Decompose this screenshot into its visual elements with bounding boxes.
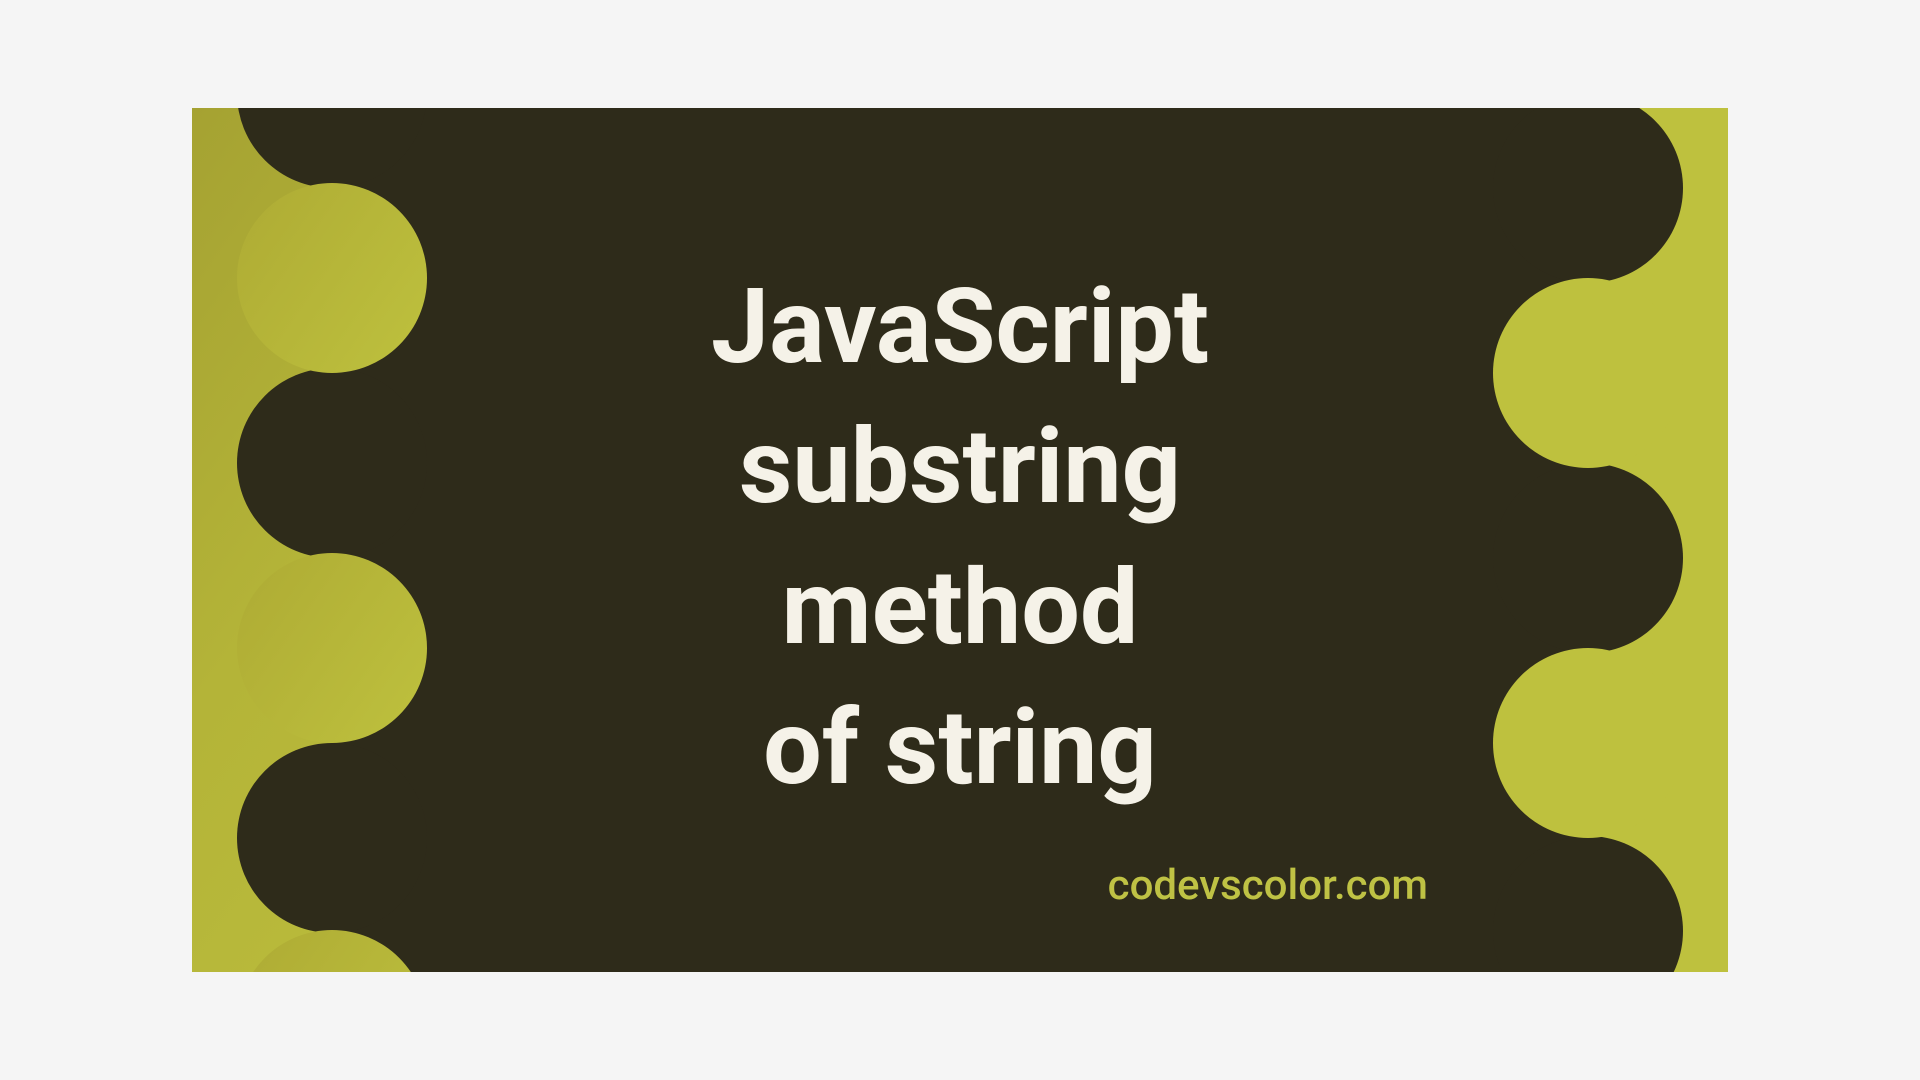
watermark-text: codevscolor.com (1108, 861, 1428, 910)
banner-title: JavaScript substring method of string (192, 258, 1728, 820)
promo-banner: JavaScript substring method of string co… (192, 108, 1728, 972)
blob-lobe (1493, 836, 1683, 972)
title-line: of string (192, 679, 1728, 819)
title-line: method (192, 539, 1728, 679)
title-line: substring (192, 398, 1728, 538)
blob-notch (237, 930, 427, 972)
blob-lobe (237, 108, 427, 188)
blob-lobe (1493, 108, 1683, 283)
title-line: JavaScript (192, 258, 1728, 398)
